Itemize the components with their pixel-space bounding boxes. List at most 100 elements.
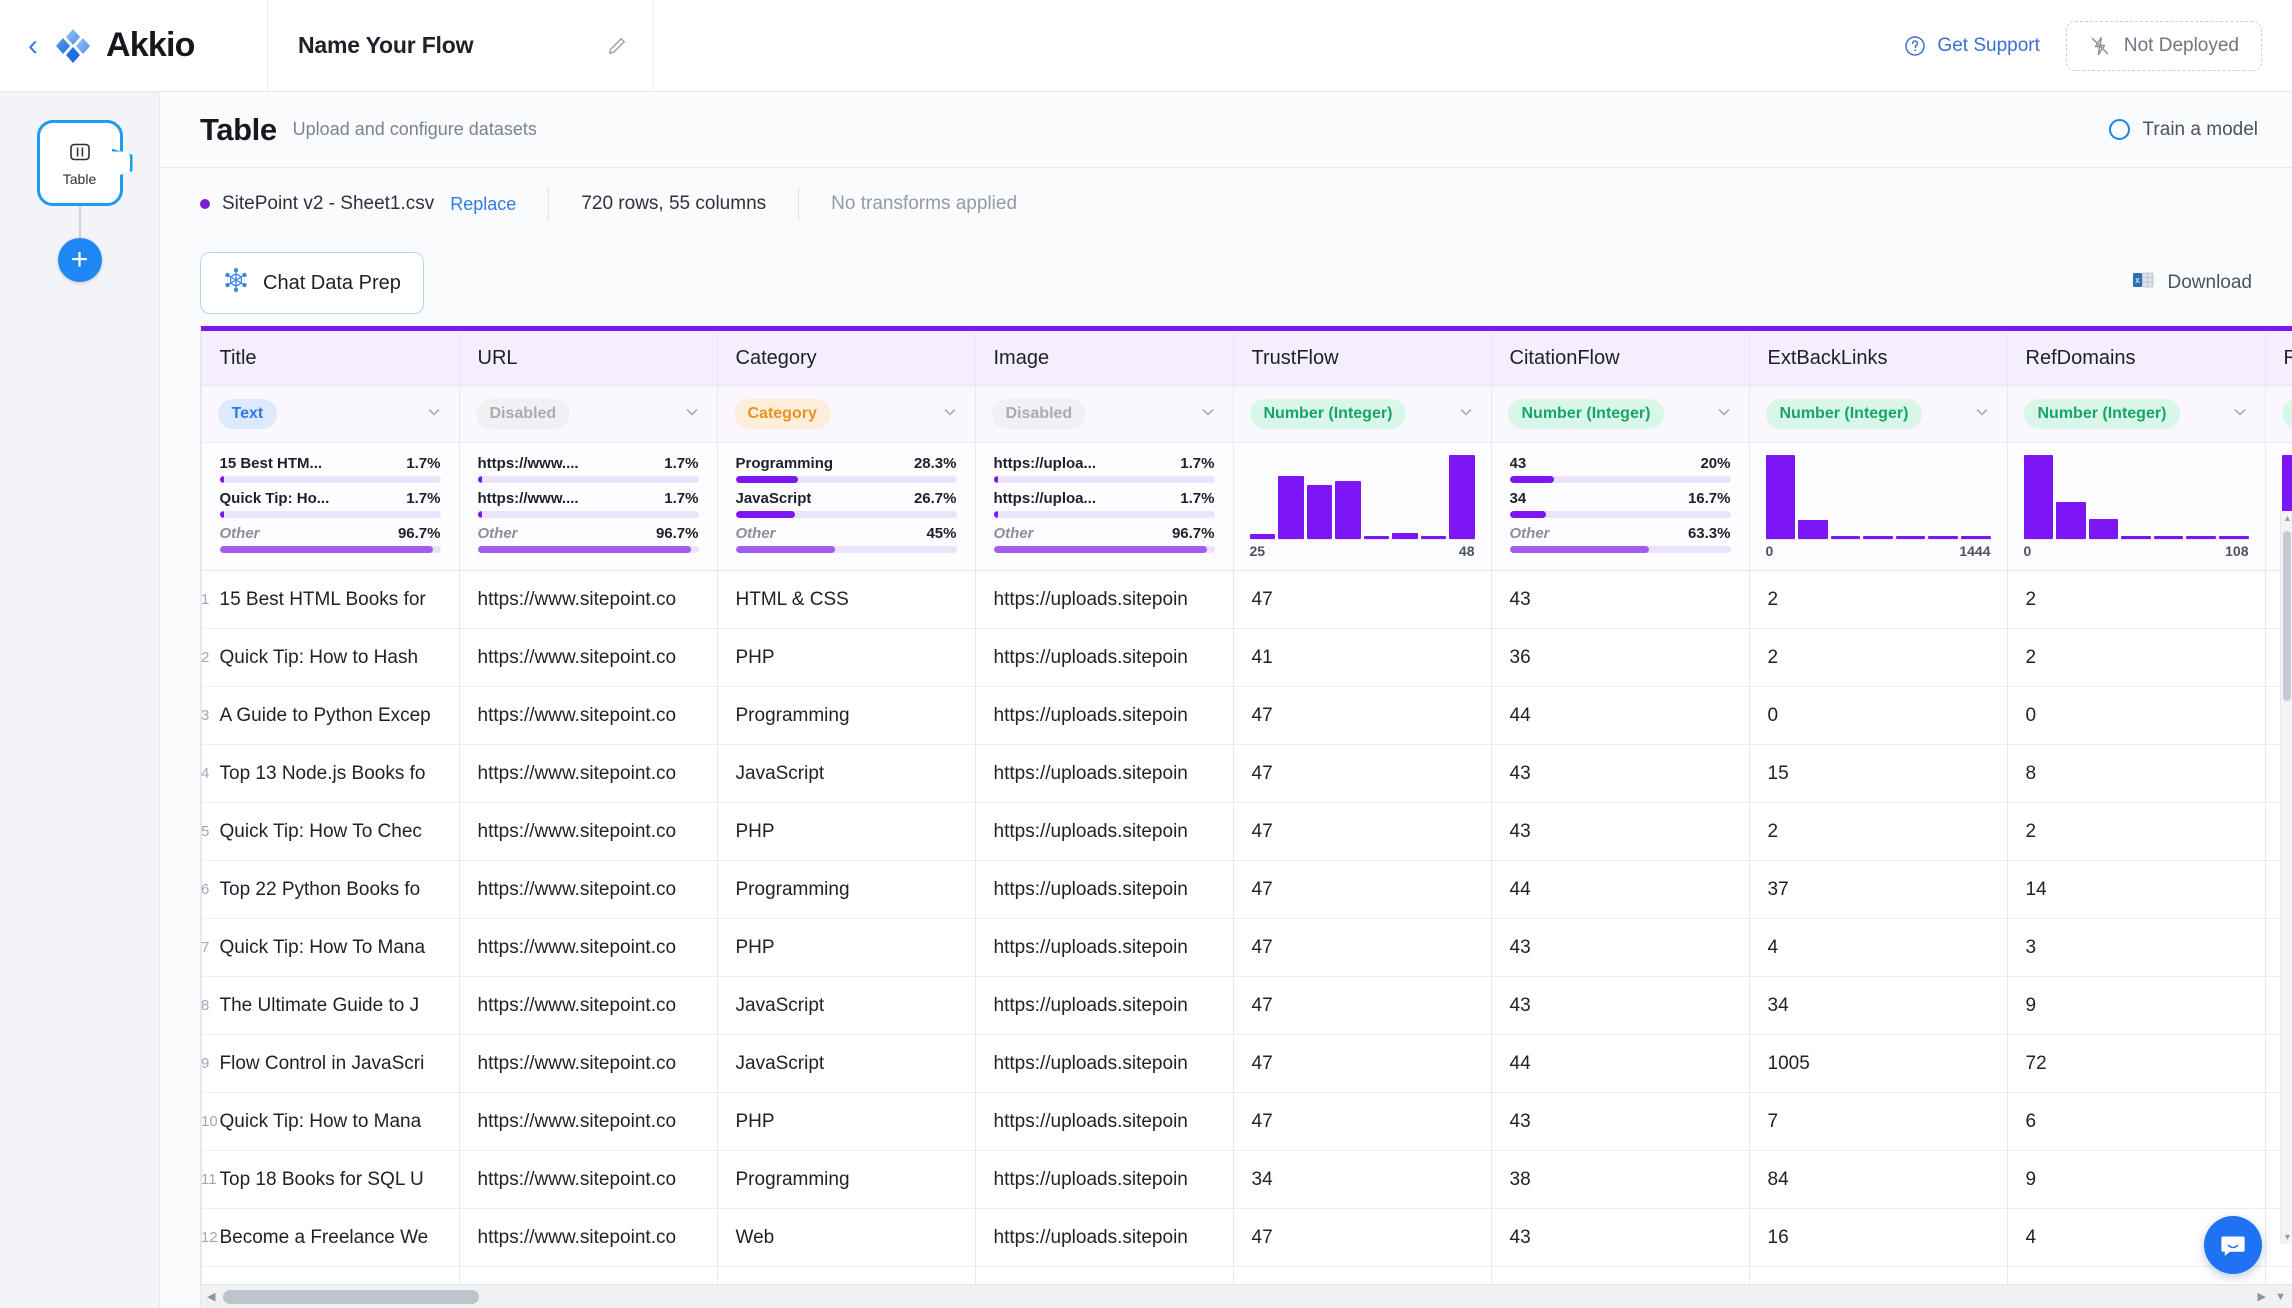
table-cell[interactable]: https://uploads.sitepoin [975, 977, 1233, 1035]
download-button[interactable]: x Download [2131, 268, 2253, 298]
column-header-image[interactable]: Image [975, 331, 1233, 386]
chevron-down-icon[interactable] [1715, 403, 1733, 426]
table-cell[interactable]: 47 [1233, 1093, 1491, 1151]
table-cell[interactable]: JavaScript [717, 977, 975, 1035]
table-cell[interactable]: https://www.sitepoint.co [459, 629, 717, 687]
table-row[interactable]: 9Flow Control in JavaScrihttps://www.sit… [201, 1035, 2292, 1093]
table-cell[interactable]: HTML & CSS [717, 571, 975, 629]
table-cell[interactable]: 3 [2007, 919, 2265, 977]
deployment-status-chip[interactable]: Not Deployed [2066, 21, 2262, 71]
table-cell[interactable]: 2 [2007, 571, 2265, 629]
table-cell[interactable]: https://uploads.sitepoin [975, 1093, 1233, 1151]
table-cell[interactable]: https://www.sitepoint.co [459, 745, 717, 803]
table-cell[interactable]: 15 [1749, 745, 2007, 803]
table-cell[interactable]: A Beginner’s Guide to Ja [201, 1267, 459, 1285]
column-type-category[interactable]: Category [717, 386, 975, 443]
table-cell[interactable]: https://www.sitepoint.co [459, 1093, 717, 1151]
table-cell[interactable]: https://www.sitepoint.co [459, 1035, 717, 1093]
table-cell[interactable]: https://uploads.sitepoin [975, 1151, 1233, 1209]
table-cell[interactable]: https://www.sitepoint.co [459, 1151, 717, 1209]
scroll-down-caret-icon[interactable]: ▼ [2275, 1291, 2286, 1303]
back-chevron-icon[interactable]: ‹ [28, 31, 38, 61]
table-row[interactable]: 2Quick Tip: How to Hashhttps://www.sitep… [201, 629, 2292, 687]
column-header-category[interactable]: Category [717, 331, 975, 386]
table-cell[interactable]: 47 [1233, 687, 1491, 745]
column-type-refdomains[interactable]: Number (Integer) [2007, 386, 2265, 443]
table-cell[interactable]: 47 [1233, 977, 1491, 1035]
table-cell[interactable]: Top 22 Python Books fo [201, 861, 459, 919]
train-a-model-button[interactable]: Train a model [2109, 119, 2258, 141]
table-cell[interactable]: 4 [1749, 919, 2007, 977]
table-cell[interactable]: PHP [717, 803, 975, 861]
column-type-image[interactable]: Disabled [975, 386, 1233, 443]
table-cell[interactable]: 6 [2007, 1093, 2265, 1151]
vscroll-thumb[interactable] [2283, 531, 2291, 701]
table-cell[interactable]: 34 [1749, 977, 2007, 1035]
table-cell[interactable]: https://uploads.sitepoin [975, 745, 1233, 803]
chevron-down-icon[interactable] [1199, 403, 1217, 426]
table-cell[interactable]: 27 [2265, 1267, 2292, 1285]
table-row[interactable]: 7Quick Tip: How To Manahttps://www.sitep… [201, 919, 2292, 977]
table-cell[interactable]: 34 [1233, 1151, 1491, 1209]
replace-dataset-link[interactable]: Replace [450, 194, 516, 215]
table-cell[interactable]: 47 [1233, 803, 1491, 861]
table-cell[interactable]: https://www.sitepoint.co [459, 977, 717, 1035]
table-vertical-scrollbar[interactable]: ▲ ▼ [2280, 511, 2292, 1244]
table-row[interactable]: 8The Ultimate Guide to Jhttps://www.site… [201, 977, 2292, 1035]
table-cell[interactable]: 43 [1491, 803, 1749, 861]
table-cell[interactable]: 42 [1491, 1267, 1749, 1285]
table-row[interactable]: 4Top 13 Node.js Books fohttps://www.site… [201, 745, 2292, 803]
table-cell[interactable]: https://www.sitepoint.co [459, 803, 717, 861]
table-cell[interactable]: 69 [1749, 1267, 2007, 1285]
table-row[interactable]: 115 Best HTML Books forhttps://www.sitep… [201, 571, 2292, 629]
table-horizontal-scrollbar[interactable]: ◀ ▶ ▼ [201, 1284, 2292, 1308]
table-cell[interactable]: https://uploads.sitepoin [975, 919, 1233, 977]
table-cell[interactable]: 33 [1233, 1267, 1491, 1285]
chevron-down-icon[interactable] [941, 403, 959, 426]
table-cell[interactable]: https://www.sitepoint.co [459, 1209, 717, 1267]
table-cell[interactable]: https://uploads.sitepoin [975, 861, 1233, 919]
chevron-down-icon[interactable] [425, 403, 443, 426]
table-cell[interactable]: 8 [2007, 745, 2265, 803]
column-header-title[interactable]: Title [201, 331, 459, 386]
table-cell[interactable]: https://uploads.sitepoin [975, 803, 1233, 861]
table-cell[interactable]: 1005 [1749, 1035, 2007, 1093]
table-cell[interactable]: 0 [2007, 687, 2265, 745]
column-type-extbacklinks[interactable]: Number (Integer) [1749, 386, 2007, 443]
table-cell[interactable]: JavaScript [717, 745, 975, 803]
table-row[interactable]: 6Top 22 Python Books fohttps://www.sitep… [201, 861, 2292, 919]
flow-name-zone[interactable]: Name Your Flow [268, 0, 654, 91]
table-cell[interactable]: Quick Tip: How To Mana [201, 919, 459, 977]
table-cell[interactable]: 7 [1749, 1093, 2007, 1151]
table-cell[interactable]: 47 [1233, 919, 1491, 977]
table-cell[interactable]: https://www.sitepoint.co [459, 919, 717, 977]
table-cell[interactable]: Top 13 Node.js Books fo [201, 745, 459, 803]
table-cell[interactable]: Programming [717, 687, 975, 745]
chevron-down-icon[interactable] [683, 403, 701, 426]
table-cell[interactable]: PHP [717, 629, 975, 687]
table-cell[interactable]: 15 Best HTML Books for [201, 571, 459, 629]
table-cell[interactable]: https://uploads.sitepoin [975, 629, 1233, 687]
column-header-trustflow[interactable]: TrustFlow [1233, 331, 1491, 386]
column-header-url[interactable]: URL [459, 331, 717, 386]
table-row[interactable]: 12Become a Freelance Wehttps://www.sitep… [201, 1209, 2292, 1267]
support-chat-widget[interactable] [2204, 1216, 2262, 1274]
table-cell[interactable]: https://www.sitepoint.co [459, 861, 717, 919]
pencil-icon[interactable] [607, 36, 627, 56]
table-cell[interactable]: 44 [1491, 1035, 1749, 1093]
column-type-citationflow[interactable]: Number (Integer) [1491, 386, 1749, 443]
column-header-refdomains[interactable]: RefDomains [2007, 331, 2265, 386]
table-cell[interactable]: 43 [1491, 977, 1749, 1035]
table-cell[interactable]: JavaScript [717, 1035, 975, 1093]
table-cell[interactable]: 14 [2007, 861, 2265, 919]
table-cell[interactable]: Web [717, 1209, 975, 1267]
table-cell[interactable]: 47 [1233, 745, 1491, 803]
table-cell[interactable]: Quick Tip: How To Chec [201, 803, 459, 861]
table-cell[interactable]: Become a Freelance We [201, 1209, 459, 1267]
table-cell[interactable]: PHP [717, 919, 975, 977]
table-cell[interactable]: 38 [1491, 1151, 1749, 1209]
table-cell[interactable]: Top 18 Books for SQL U [201, 1151, 459, 1209]
table-cell[interactable]: The Ultimate Guide to J [201, 977, 459, 1035]
flow-node-table[interactable]: Table [37, 120, 123, 206]
table-cell[interactable]: 47 [1233, 1209, 1491, 1267]
